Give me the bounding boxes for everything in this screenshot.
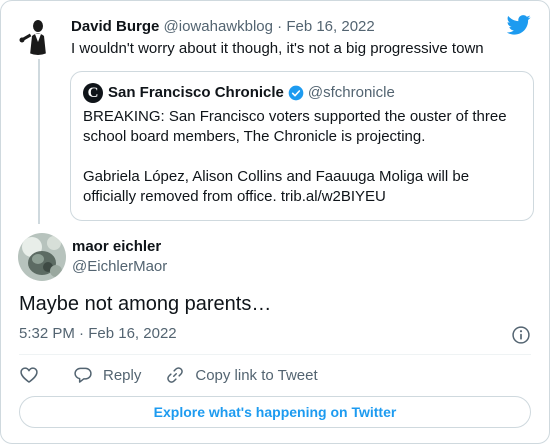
tweet-date[interactable]: Feb 16, 2022	[88, 325, 176, 342]
copy-link-label: Copy link to Tweet	[195, 366, 318, 384]
quoted-tweet-text: BREAKING: San Francisco voters supported…	[83, 107, 523, 207]
main-author-avatar[interactable]	[18, 233, 66, 281]
like-button[interactable]	[19, 365, 49, 385]
parent-author-name[interactable]: David Burge	[71, 18, 159, 35]
link-icon	[167, 367, 184, 383]
heart-icon	[20, 367, 38, 383]
quoted-tweet[interactable]: C San Francisco Chronicle @sfchronicle B…	[70, 71, 534, 221]
tweet-actions: Reply Copy link to Tweet	[19, 365, 342, 385]
main-tweet-text: Maybe not among parents…	[19, 293, 272, 315]
verified-badge-icon	[288, 85, 304, 101]
tweet-time[interactable]: 5:32 PM	[19, 325, 75, 342]
parent-author-handle[interactable]: @iowahawkblog	[164, 18, 273, 35]
twitter-bird-icon[interactable]	[507, 15, 531, 35]
parent-separator: ·	[277, 18, 283, 35]
quoted-author-name: San Francisco Chronicle	[108, 84, 284, 101]
main-author-handle[interactable]: @EichlerMaor	[72, 257, 167, 277]
embedded-tweet-card: David Burge @iowahawkblog · Feb 16, 2022…	[0, 0, 550, 444]
reply-label: Reply	[103, 366, 142, 384]
timestamp-separator: ·	[79, 325, 85, 342]
parent-author-avatar[interactable]	[18, 15, 58, 55]
quoted-paragraph-1: BREAKING: San Francisco voters supported…	[83, 108, 507, 145]
tweet-timestamp[interactable]: 5:32 PM · Feb 16, 2022	[19, 324, 177, 344]
avatar-image	[18, 233, 66, 281]
info-icon[interactable]	[511, 325, 531, 345]
quoted-author-avatar: C	[83, 83, 103, 103]
reply-icon	[74, 367, 92, 383]
quoted-paragraph-2: Gabriela López, Alison Collins and Faauu…	[83, 168, 470, 205]
divider	[19, 354, 531, 355]
parent-tweet-text: I wouldn't worry about it though, it's n…	[71, 40, 484, 57]
quoted-tweet-header: C San Francisco Chronicle @sfchronicle	[83, 83, 395, 103]
reply-button[interactable]: Reply	[73, 365, 141, 385]
thread-connector-line	[38, 59, 40, 224]
explore-twitter-button[interactable]: Explore what's happening on Twitter	[19, 396, 531, 428]
copy-link-button[interactable]: Copy link to Tweet	[165, 365, 318, 385]
main-author-name[interactable]: maor eichler	[72, 237, 161, 257]
parent-tweet-date[interactable]: Feb 16, 2022	[286, 18, 374, 35]
avatar-image	[18, 15, 58, 55]
parent-tweet-header: David Burge @iowahawkblog · Feb 16, 2022	[71, 17, 375, 37]
quoted-author-handle: @sfchronicle	[307, 84, 395, 101]
